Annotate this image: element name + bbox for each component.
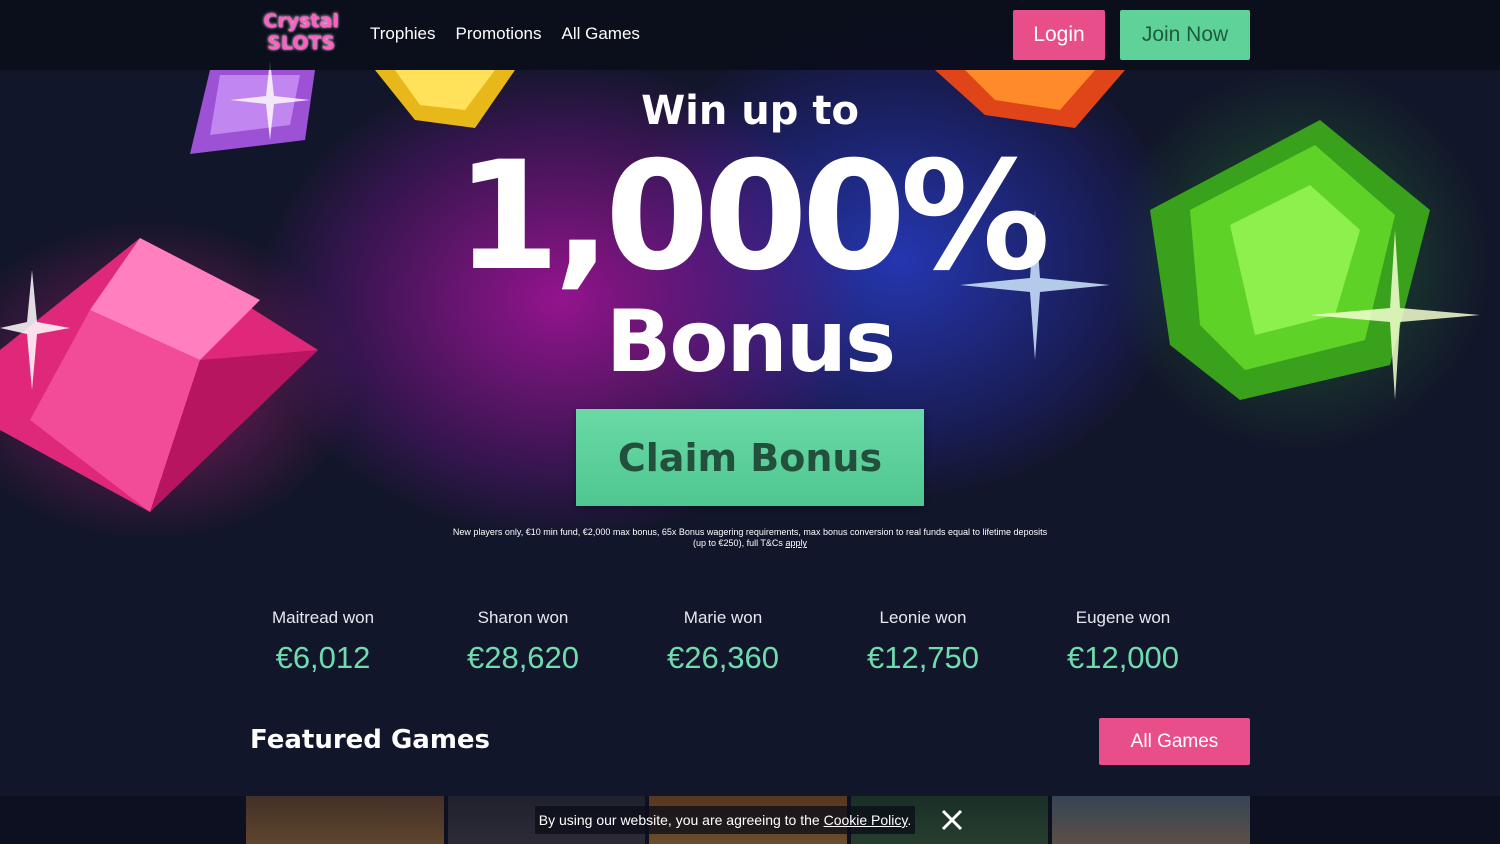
- winner-name: Marie won: [683, 608, 763, 627]
- close-icon[interactable]: [939, 807, 965, 833]
- nav-all-games[interactable]: All Games: [562, 24, 640, 44]
- winner-item: Maitread won €6,012: [223, 608, 423, 676]
- winner-name: Sharon won: [477, 608, 569, 627]
- winner-amount: €28,620: [466, 640, 580, 675]
- main-nav: Trophies Promotions All Games: [370, 24, 640, 44]
- winner-name: Maitread won: [271, 608, 375, 627]
- winner-amount: €6,012: [275, 640, 371, 675]
- cookie-message: By using our website, you are agreeing t…: [534, 806, 916, 834]
- nav-promotions[interactable]: Promotions: [456, 24, 542, 44]
- logo-line2: SLOTS: [267, 32, 335, 54]
- winner-item: Marie won €26,360: [623, 608, 823, 676]
- featured-games-title: Featured Games: [250, 725, 491, 755]
- cookie-policy-link[interactable]: Cookie Policy: [824, 812, 908, 828]
- recent-winners: Maitread won €6,012 Sharon won €28,620 M…: [223, 608, 1223, 676]
- logo-line1: Crystal: [263, 10, 339, 32]
- terms-apply-link[interactable]: apply: [785, 538, 807, 548]
- top-navigation: Crystal SLOTS Trophies Promotions All Ga…: [0, 0, 1500, 70]
- hero-banner: Win up to 1,000% Bonus Claim Bonus New p…: [0, 0, 1500, 580]
- nav-trophies[interactable]: Trophies: [370, 24, 436, 44]
- winner-name: Leonie won: [879, 608, 967, 627]
- login-button[interactable]: Login: [1013, 10, 1105, 60]
- cookie-banner: By using our website, you are agreeing t…: [0, 796, 1500, 844]
- winner-amount: €26,360: [666, 640, 780, 675]
- terms-body: New players only, €10 min fund, €2,000 m…: [452, 527, 1048, 548]
- crystal-slots-logo[interactable]: Crystal SLOTS: [262, 10, 340, 60]
- winner-name: Eugene won: [1075, 608, 1171, 627]
- bonus-title: Bonus: [605, 292, 896, 392]
- winner-item: Sharon won €28,620: [423, 608, 623, 676]
- winner-amount: €12,750: [866, 640, 980, 675]
- terms-text: New players only, €10 min fund, €2,000 m…: [450, 527, 1050, 549]
- winner-amount: €12,000: [1066, 640, 1180, 675]
- hero-subtitle: Win up to: [641, 88, 859, 134]
- join-now-button[interactable]: Join Now: [1120, 10, 1250, 60]
- cookie-text: By using our website, you are agreeing t…: [538, 812, 820, 828]
- winner-item: Leonie won €12,750: [823, 608, 1023, 676]
- cookie-suffix: .: [907, 812, 912, 828]
- claim-bonus-button[interactable]: Claim Bonus: [576, 409, 924, 506]
- winner-item: Eugene won €12,000: [1023, 608, 1223, 676]
- all-games-button[interactable]: All Games: [1099, 718, 1250, 765]
- bonus-percentage: 1,000%: [455, 130, 1051, 304]
